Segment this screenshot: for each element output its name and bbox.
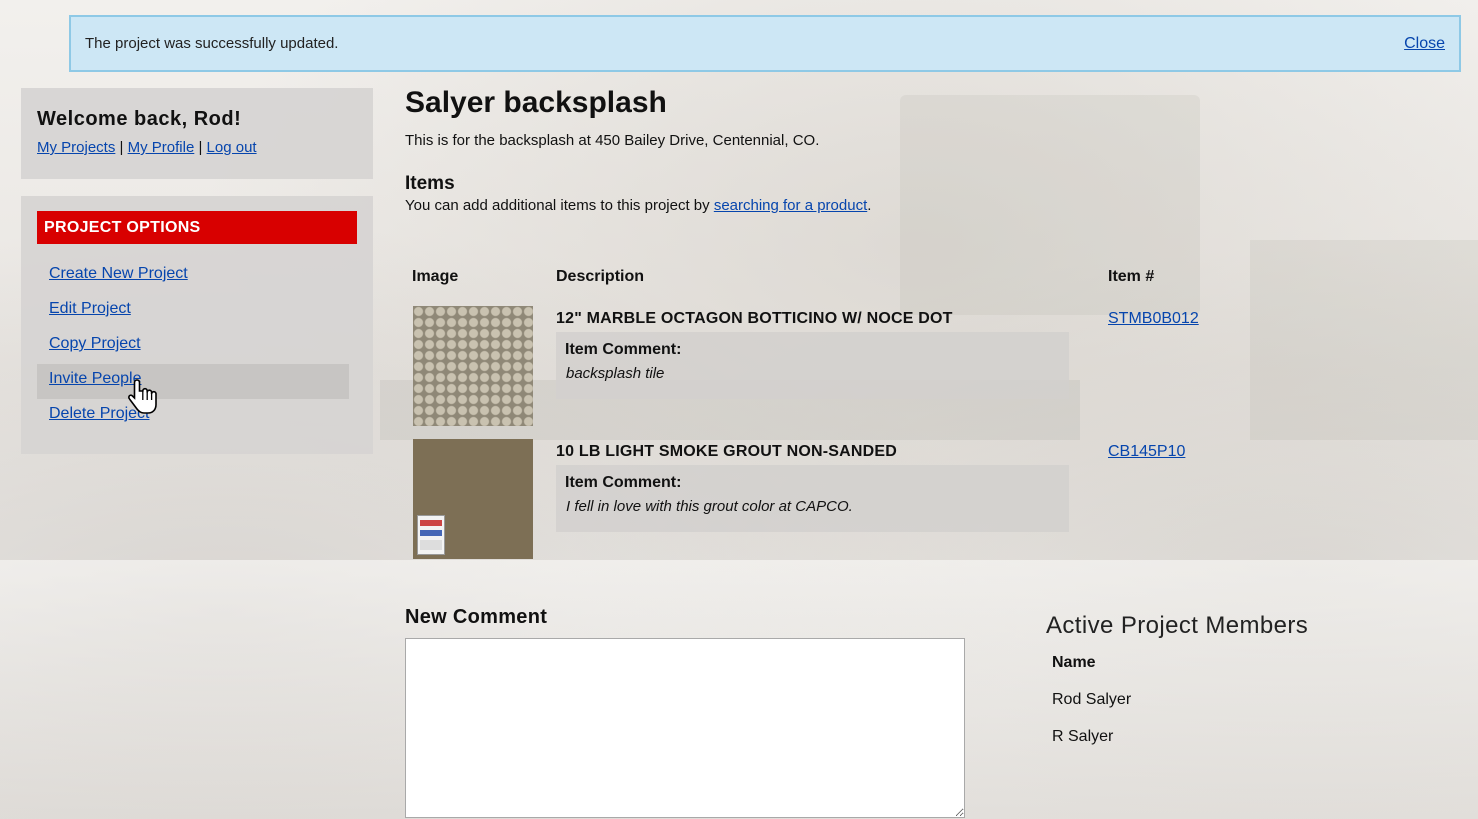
item-description: 12" MARBLE OCTAGON BOTTICINO W/ NOCE DOT [556,310,953,327]
option-item-hovered: Invite People [37,364,349,399]
help-suffix: . [867,197,872,214]
option-item: Create New Project [37,259,349,294]
grout-package-icon [417,515,445,555]
close-notification-link[interactable]: Close [1404,35,1445,53]
search-product-link[interactable]: searching for a product [714,197,867,214]
log-out-link[interactable]: Log out [207,139,257,156]
item-number-link[interactable]: CB145P10 [1108,443,1185,461]
table-row: 12" MARBLE OCTAGON BOTTICINO W/ NOCE DOT… [405,306,1465,431]
option-item: Copy Project [37,329,349,364]
table-row: 10 LB LIGHT SMOKE GROUT NON-SANDED Item … [405,439,1465,564]
link-separator: | [119,139,124,156]
hand-pointer-cursor-icon [128,379,157,414]
item-comment-label: Item Comment: [565,341,682,358]
active-members-title: Active Project Members [1046,612,1309,639]
item-number-link[interactable]: STMB0B012 [1108,310,1199,328]
active-members-panel: Active Project Members Name Rod Salyer R… [1046,612,1446,765]
project-options-panel: PROJECT OPTIONS Create New Project Edit … [21,196,373,454]
column-header-image: Image [412,268,459,285]
my-projects-link[interactable]: My Projects [37,139,115,156]
help-prefix: You can add additional items to this pro… [405,197,714,214]
project-main: Salyer backsplash This is for the backsp… [405,86,1465,214]
grout-swatch-thumbnail-icon[interactable] [413,439,533,559]
members-name-column-header: Name [1052,654,1096,671]
item-comment-text: backsplash tile [566,365,665,382]
marble-mosaic-thumbnail-icon[interactable] [413,306,533,426]
new-comment-textarea[interactable] [405,638,965,818]
copy-project-link[interactable]: Copy Project [49,335,141,352]
link-separator: | [198,139,203,156]
new-comment-title: New Comment [405,606,548,628]
item-comment-text: I fell in love with this grout color at … [566,498,853,515]
items-section-title: Items [405,173,455,194]
account-links: My Projects | My Profile | Log out [37,139,357,156]
item-comment-box: Item Comment: I fell in love with this g… [556,465,1069,532]
create-new-project-link[interactable]: Create New Project [49,265,188,282]
project-description: This is for the backsplash at 450 Bailey… [405,132,820,149]
project-options-header: PROJECT OPTIONS [37,211,357,244]
success-notification: The project was successfully updated. Cl… [69,15,1461,72]
items-help-text: You can add additional items to this pro… [405,197,1465,214]
welcome-title: Welcome back, Rod! [37,108,242,130]
project-title: Salyer backsplash [405,86,667,119]
welcome-panel: Welcome back, Rod! My Projects | My Prof… [21,88,373,179]
notification-message: The project was successfully updated. [85,35,339,52]
project-options-list: Create New Project Edit Project Copy Pro… [37,259,357,434]
member-name: R Salyer [1052,728,1114,745]
member-name: Rod Salyer [1052,691,1132,708]
item-comment-label: Item Comment: [565,474,682,491]
column-header-description: Description [556,268,645,285]
item-description: 10 LB LIGHT SMOKE GROUT NON-SANDED [556,443,898,460]
option-item: Delete Project [37,399,349,434]
my-profile-link[interactable]: My Profile [128,139,195,156]
option-item: Edit Project [37,294,349,329]
edit-project-link[interactable]: Edit Project [49,300,131,317]
column-header-item-number: Item # [1108,268,1155,285]
item-comment-box: Item Comment: backsplash tile [556,332,1069,399]
